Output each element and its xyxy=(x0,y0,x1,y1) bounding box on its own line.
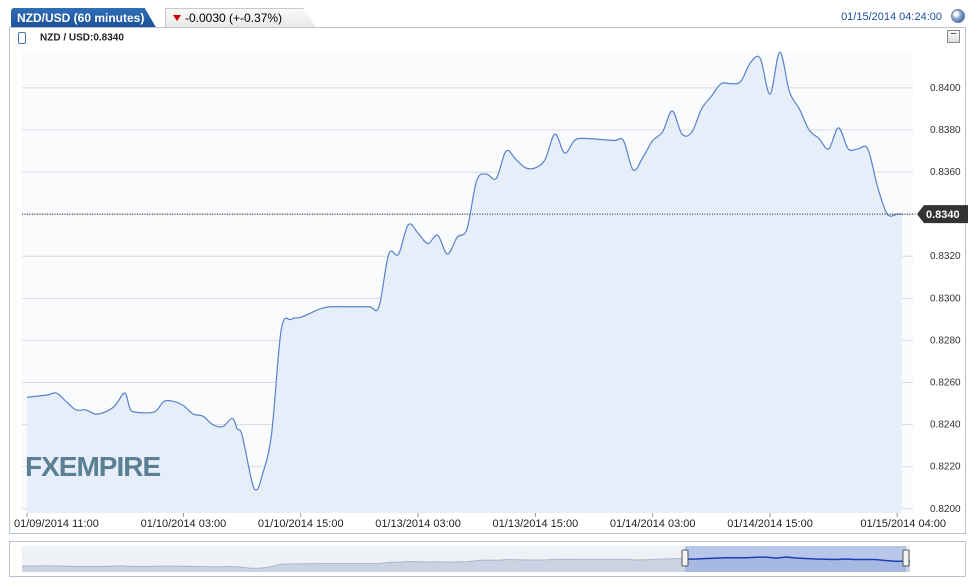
x-tick-label: 01/09/2014 11:00 xyxy=(14,518,99,530)
y-tick-label: 0.8200 xyxy=(930,504,961,515)
y-tick-label: 0.8380 xyxy=(930,125,961,136)
x-tick-label: 01/13/2014 03:00 xyxy=(375,518,461,530)
navigator-panel[interactable] xyxy=(9,541,966,577)
navigator-left-handle[interactable] xyxy=(681,549,689,567)
last-price-label: 0.8340 xyxy=(926,209,960,221)
y-tick-label: 0.8300 xyxy=(930,293,961,304)
fxempire-logo: FXEMPIRE xyxy=(25,451,160,482)
price-chart: 0.8200 0.8220 0.8240 0.8260 0.8280 0.8300 0.83… xyxy=(14,50,968,530)
y-tick-label: 0.8260 xyxy=(930,378,961,389)
x-tick-label: 01/10/2014 03:00 xyxy=(141,518,227,530)
x-tick-label: 01/14/2014 03:00 xyxy=(610,518,696,530)
y-tick-label: 0.8360 xyxy=(930,167,961,178)
x-tick-label: 01/10/2014 15:00 xyxy=(258,518,344,530)
x-tick-label: 01/15/2014 04:00 xyxy=(860,518,946,530)
y-tick-label: 0.8220 xyxy=(930,462,961,473)
y-tick-label: 0.8320 xyxy=(930,251,961,262)
y-tick-label: 0.8240 xyxy=(930,420,961,431)
navigator-right-handle[interactable] xyxy=(902,549,910,567)
x-tick-label: 01/13/2014 15:00 xyxy=(493,518,579,530)
y-tick-label: 0.8280 xyxy=(930,335,961,346)
x-tick-label: 01/14/2014 15:00 xyxy=(727,518,813,530)
y-tick-label: 0.8400 xyxy=(930,83,961,94)
navigator-chart[interactable] xyxy=(10,542,965,576)
